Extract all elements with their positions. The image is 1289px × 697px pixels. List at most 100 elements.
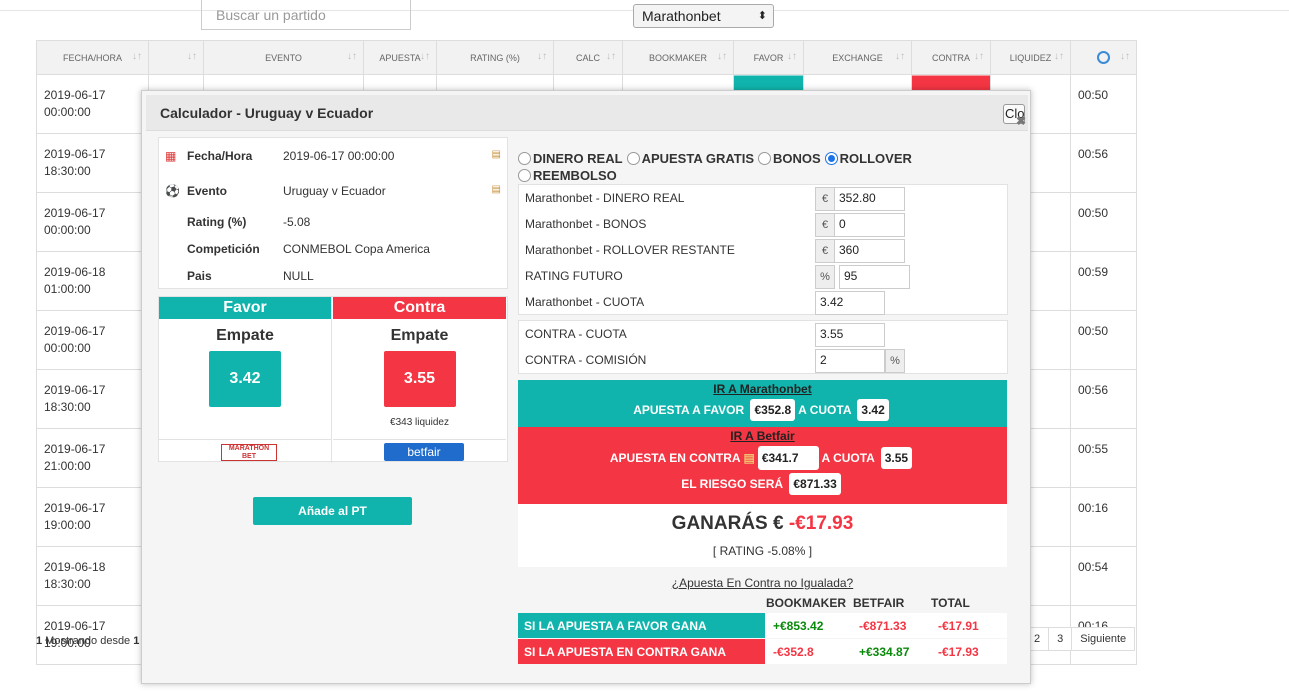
sort-icon[interactable]: ↓↑ — [895, 51, 905, 62]
ir-betfair-link[interactable]: IR A Betfair — [518, 427, 1007, 443]
column-header[interactable]: FAVOR ↓↑ — [733, 40, 804, 75]
pagination: 2 3 Siguiente — [1025, 627, 1136, 651]
no-igualada-link[interactable]: ¿Apuesta En Contra no Igualada? — [518, 576, 1007, 590]
row-time: 21:00:00 — [44, 459, 91, 473]
comision-input[interactable]: 2 — [815, 349, 885, 373]
sort-icon[interactable]: ↓↑ — [974, 51, 984, 62]
radio-label: ROLLOVER — [839, 151, 912, 166]
clock-icon — [1097, 51, 1110, 64]
cuota-label: Marathonbet - CUOTA — [525, 295, 645, 309]
rating-futuro-input[interactable]: 95 — [839, 265, 910, 289]
table-cell: 2019-06-17 00:00:00 — [36, 74, 149, 134]
row-date: 2019-06-17 — [44, 501, 106, 515]
column-header[interactable]: EVENTO ↓↑ — [203, 40, 364, 75]
evento-value: Uruguay v Ecuador — [283, 184, 386, 198]
dinero-real-input[interactable]: 352.80 — [834, 187, 905, 211]
modal-title: Calculador - Uruguay v Ecuador — [146, 95, 1028, 131]
row-countdown: 00:50 — [1078, 206, 1109, 220]
column-header[interactable]: RATING (%) ↓↑ — [436, 40, 554, 75]
betfair-logo[interactable]: betfair — [384, 443, 464, 461]
summary-favor-total: -€17.91 — [938, 619, 979, 633]
dinero-real-label: Marathonbet - DINERO REAL — [525, 191, 685, 205]
radio-dinero-real[interactable]: DINERO REAL — [518, 151, 623, 166]
row-countdown: 00:55 — [1078, 442, 1109, 456]
column-header[interactable]: BOOKMAKER ↓↑ — [622, 40, 734, 75]
column-header[interactable]: CALC ↓↑ — [553, 40, 623, 75]
table-cell: 00:50 — [1070, 192, 1137, 252]
table-cell: 2019-06-17 21:00:00 — [36, 428, 149, 488]
copy-icon[interactable]: ▤ — [492, 149, 501, 160]
column-header-label: EXCHANGE — [832, 52, 883, 63]
summary-header-bookmaker: BOOKMAKER — [766, 596, 846, 610]
page-3-link[interactable]: 3 — [1048, 627, 1073, 651]
table-cell: 2019-06-17 19:00:00 — [36, 487, 149, 547]
add-to-pt-button[interactable]: Añade al PT — [253, 497, 412, 525]
radio-rollover[interactable]: ROLLOVER — [824, 151, 912, 166]
favor-odds[interactable]: 3.42 — [209, 351, 281, 407]
fecha-label: Fecha/Hora — [187, 149, 253, 163]
sort-icon[interactable]: ↓↑ — [717, 51, 727, 62]
radio-apuesta-gratis[interactable]: APUESTA GRATIS — [626, 151, 754, 166]
summary-header-betfair: BETFAIR — [853, 596, 905, 610]
bonos-label: Marathonbet - BONOS — [525, 217, 647, 231]
column-header[interactable]: FECHA/HORA ↓↑ — [36, 40, 149, 75]
radio-circle-icon[interactable] — [824, 152, 838, 165]
favor-column: Favor Empate 3.42 MARATHON BET — [159, 297, 332, 463]
radio-label: APUESTA GRATIS — [641, 151, 754, 166]
row-countdown: 00:56 — [1078, 147, 1109, 161]
a-cuota-label: A CUOTA — [798, 403, 852, 417]
sort-icon[interactable]: ↓↑ — [132, 51, 142, 62]
cuota-input[interactable]: 3.42 — [815, 291, 885, 315]
radio-circle-icon[interactable] — [758, 152, 771, 165]
column-header[interactable]: EXCHANGE ↓↑ — [803, 40, 912, 75]
column-header[interactable]: ↓↑ — [148, 40, 204, 75]
summary-favor-bookmaker: +€853.42 — [773, 619, 824, 633]
radio-circle-icon[interactable] — [518, 152, 531, 165]
summary-header-total: TOTAL — [931, 596, 970, 610]
competicion-label: Competición — [187, 242, 260, 256]
sort-icon[interactable]: ↓↑ — [1054, 51, 1064, 62]
column-header[interactable]: APUESTA ↓↑ — [363, 40, 437, 75]
row-countdown: 00:56 — [1078, 383, 1109, 397]
rating-value: -5.08 — [283, 215, 311, 229]
radio-circle-icon[interactable] — [518, 169, 531, 182]
fecha-value: 2019-06-17 00:00:00 — [283, 149, 395, 163]
ir-marathonbet-link[interactable]: IR A Marathonbet — [518, 380, 1007, 396]
next-page-link[interactable]: Siguiente — [1071, 627, 1136, 651]
search-input[interactable]: Buscar un partido — [201, 0, 411, 30]
row-time: 00:00:00 — [44, 105, 91, 119]
sort-icon[interactable]: ↓↑ — [787, 51, 797, 62]
sort-icon[interactable]: ↓↑ — [606, 51, 616, 62]
clipboard-icon[interactable]: ▤ — [743, 451, 754, 465]
sort-icon[interactable]: ↓↑ — [420, 51, 430, 62]
marathonbet-logo[interactable]: MARATHON BET — [221, 444, 277, 461]
rating-futuro-label: RATING FUTURO — [525, 269, 623, 283]
summary-contra-betfair: +€334.87 — [859, 645, 910, 659]
copy-icon[interactable]: ▤ — [492, 184, 501, 195]
bookmaker-select[interactable]: Marathonbet ⬍ — [633, 4, 774, 28]
contra-odds[interactable]: 3.55 — [383, 351, 456, 407]
radio-reembolso[interactable]: REEMBOLSO — [518, 168, 617, 183]
contra-cuota-input[interactable]: 3.55 — [815, 323, 885, 347]
sort-icon[interactable]: ↓↑ — [347, 51, 357, 62]
column-header[interactable]: ↓↑ — [1070, 40, 1137, 75]
column-header[interactable]: CONTRA ↓↑ — [911, 40, 991, 75]
sort-icon[interactable]: ↓↑ — [187, 51, 197, 62]
sort-icon[interactable]: ↓↑ — [1120, 51, 1130, 62]
bonos-input[interactable]: 0 — [834, 213, 905, 237]
radio-bonos[interactable]: BONOS — [758, 151, 821, 166]
close-icon[interactable]: ✖ — [1016, 114, 1026, 128]
radio-circle-icon[interactable] — [626, 152, 640, 165]
table-cell: 00:54 — [1070, 546, 1137, 606]
column-header[interactable]: LIQUIDEZ ↓↑ — [990, 40, 1071, 75]
row-date: 2019-06-17 — [44, 383, 106, 397]
summary-contra-bookmaker: -€352.8 — [773, 645, 814, 659]
column-header-label: LIQUIDEZ — [1009, 52, 1052, 63]
riesgo-value: €871.33 — [789, 473, 841, 495]
contra-bet-band: IR A Betfair APUESTA EN CONTRA ▤ €341.7 A … — [518, 427, 1007, 504]
rollover-input[interactable]: 360 — [834, 239, 905, 263]
favor-cuota-value: 3.42 — [857, 399, 889, 421]
sort-icon[interactable]: ↓↑ — [537, 51, 547, 62]
row-countdown: 00:50 — [1078, 88, 1109, 102]
table-cell: 2019-06-18 01:00:00 — [36, 251, 149, 311]
